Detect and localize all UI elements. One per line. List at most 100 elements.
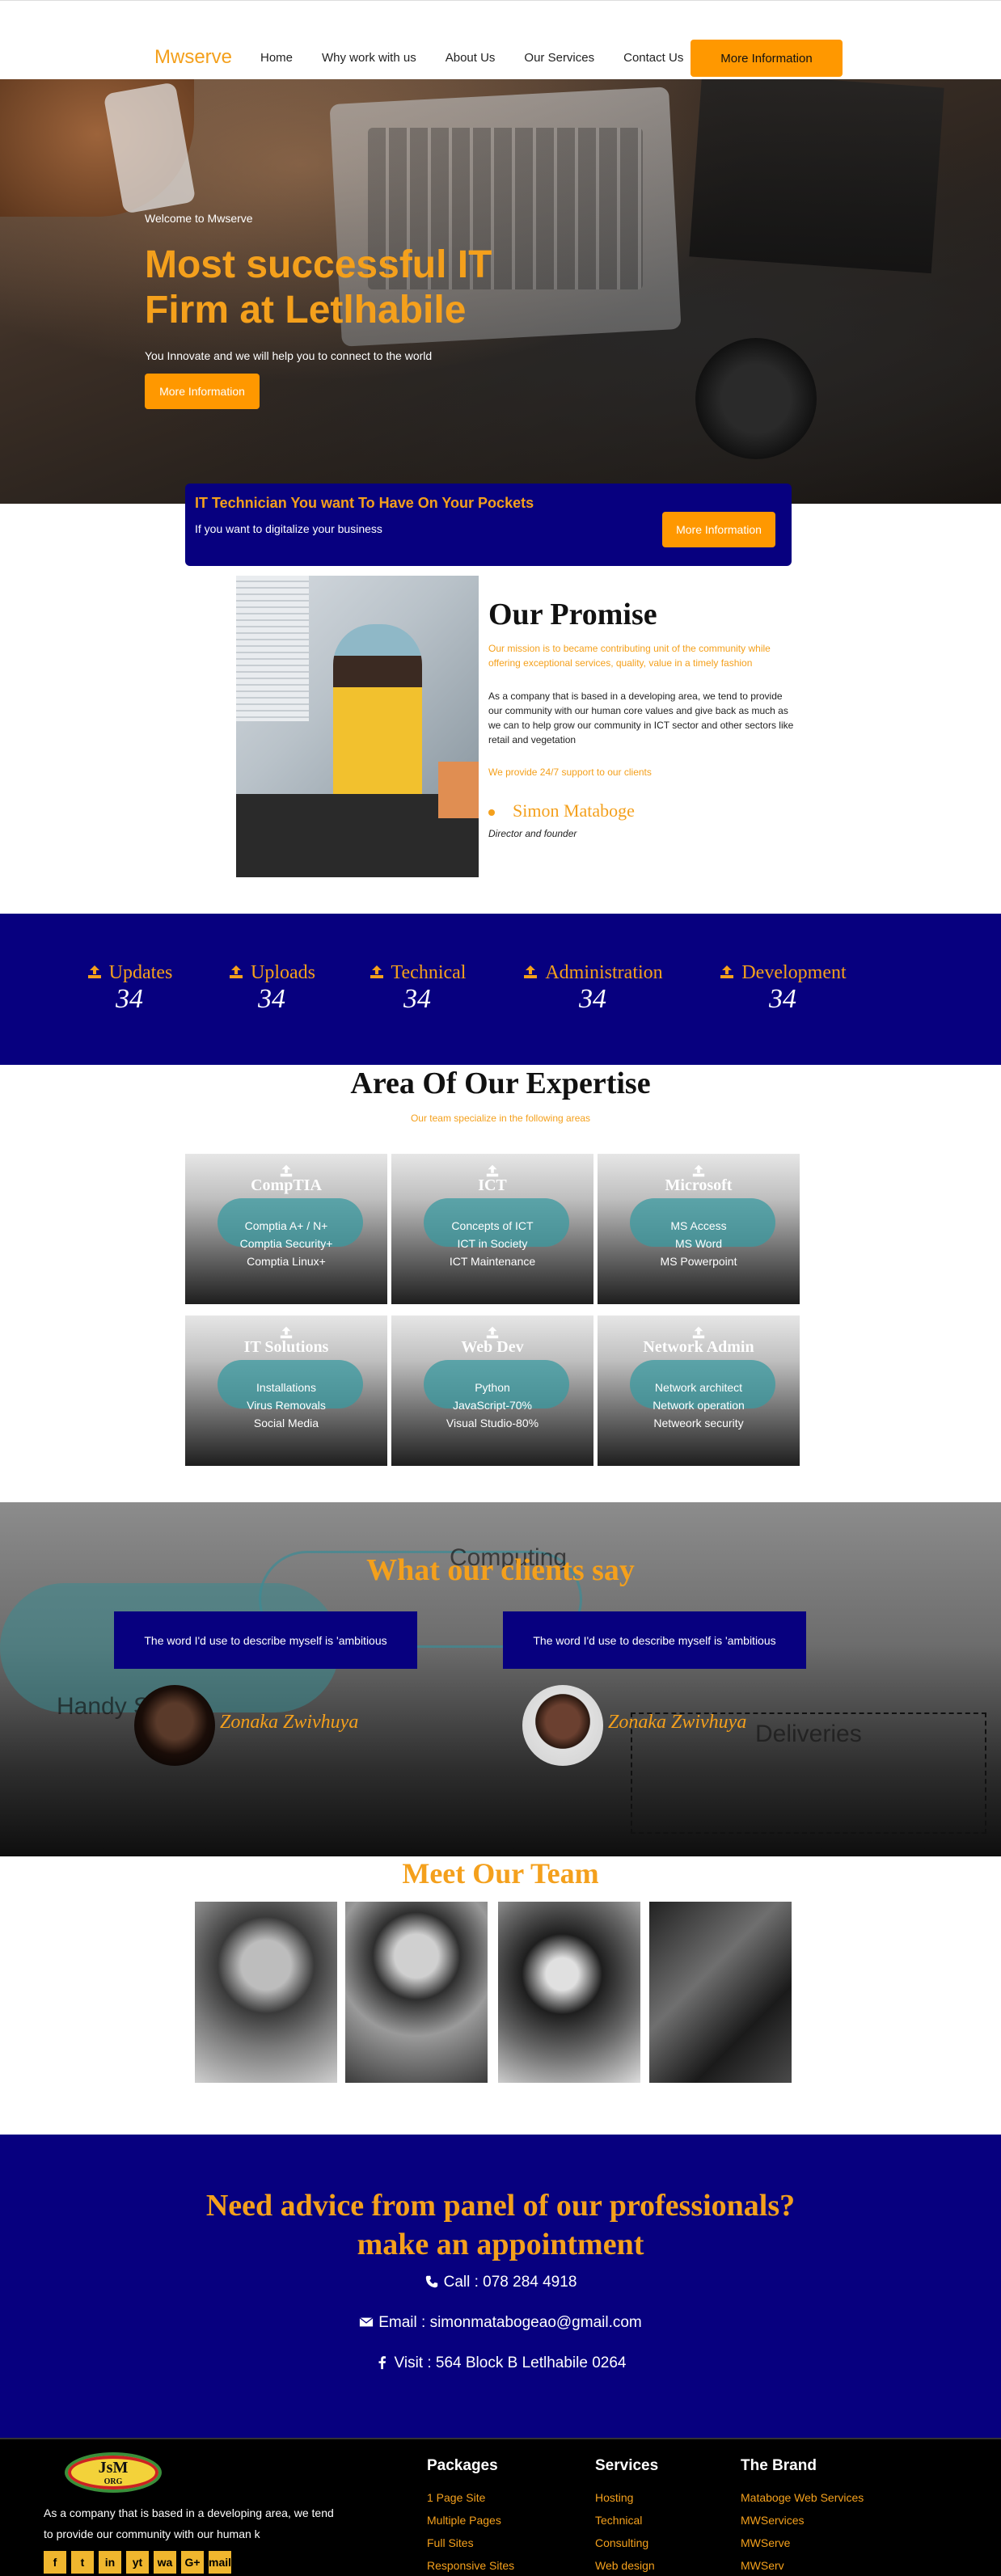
youtube-icon[interactable]: yt (126, 2551, 149, 2574)
footer-heading: Services (595, 2457, 659, 2474)
team-member-photo (649, 1902, 792, 2083)
banner-text: If you want to digitalize your business (195, 522, 382, 535)
upload-icon (720, 965, 734, 978)
linkedin-icon[interactable]: in (99, 2551, 121, 2574)
founder-name-text: Simon Mataboge (513, 800, 635, 821)
footer-column-the-brand: The Brand Mataboge Web Services MWServic… (741, 2457, 864, 2576)
navbar: Mwserve Home Why work with us About Us O… (0, 0, 1001, 79)
nav-about-us[interactable]: About Us (446, 51, 496, 65)
card-items: MS Access MS Word MS Powerpoint (598, 1217, 800, 1270)
visit-text: Visit : 564 Block B Letlhabile 0264 (394, 2354, 627, 2371)
testimonial-quote: The word I'd use to describe myself is '… (114, 1611, 417, 1669)
promise-mission: Our mission is to became contributing un… (488, 643, 771, 669)
card-title: IT Solutions (243, 1338, 329, 1356)
promise-photo (236, 576, 479, 877)
footer-link[interactable]: MWServices (741, 2509, 864, 2532)
promise-support: We provide 24/7 support to our clients (488, 766, 652, 778)
box (438, 762, 479, 818)
footer-link[interactable]: Multiple Pages (427, 2509, 514, 2532)
expertise-card-network-admin[interactable]: Network Admin Network architect Network … (598, 1315, 800, 1466)
footer-link[interactable]: Mataboge Web Services (741, 2486, 864, 2509)
testimonial-name: Zonaka Zwivhuya (220, 1712, 359, 1733)
hero-more-information-button[interactable]: More Information (145, 374, 260, 409)
stat-label: Development (741, 962, 847, 983)
footer-description: As a company that is based in a developi… (44, 2506, 334, 2540)
expertise-card-ict[interactable]: ICT Concepts of ICT ICT in Society ICT M… (391, 1154, 593, 1304)
card-items: Python JavaScript-70% Visual Studio-80% (391, 1379, 593, 1432)
footer-link[interactable]: Web design (595, 2554, 658, 2576)
card-item: MS Access (670, 1219, 727, 1232)
promise-body: As a company that is based in a developi… (488, 690, 794, 745)
expertise-card-web-dev[interactable]: Web Dev Python JavaScript-70% Visual Stu… (391, 1315, 593, 1466)
brand-link[interactable]: Mwserve (154, 46, 232, 69)
footer-link[interactable]: Hosting (595, 2486, 658, 2509)
expertise-card-it-solutions[interactable]: IT Solutions Installations Virus Removal… (185, 1315, 387, 1466)
upload-icon (87, 965, 101, 978)
nav-links: Home Why work with us About Us Our Servi… (260, 51, 712, 65)
footer-heading: Packages (427, 2457, 498, 2474)
banner-more-information-button[interactable]: More Information (662, 512, 775, 547)
whatsapp-icon[interactable]: wa (154, 2551, 176, 2574)
card-items: Installations Virus Removals Social Medi… (185, 1379, 387, 1432)
card-item: Network architect (654, 1381, 743, 1394)
stat-value: 34 (769, 984, 796, 1014)
card-title: Web Dev (461, 1338, 524, 1356)
expertise-subtitle: Our team specialize in the following are… (410, 1113, 591, 1124)
nav-our-services[interactable]: Our Services (524, 51, 594, 65)
nav-why-work-with-us[interactable]: Why work with us (322, 51, 416, 65)
stat-label: Updates (108, 962, 173, 983)
founder-name: Simon Mataboge (488, 800, 635, 821)
testimonials-title: What our clients say (366, 1553, 635, 1587)
nav-more-information-button[interactable]: More Information (691, 40, 843, 77)
email-text: Email : simonmatabogeao@gmail.com (378, 2314, 642, 2331)
card-title: CompTIA (251, 1176, 322, 1194)
hero-welcome: Welcome to Mwserve (145, 212, 253, 225)
card-item: Python (475, 1381, 510, 1394)
call-line[interactable]: Call : 078 284 4918 (0, 2274, 1001, 2291)
footer-column-packages: Packages 1 Page Site Multiple Pages Full… (427, 2457, 514, 2576)
stat-value: 34 (579, 984, 606, 1014)
card-title: ICT (478, 1176, 507, 1194)
bullet-icon (488, 809, 495, 816)
nav-contact-us[interactable]: Contact Us (623, 51, 683, 65)
logo-text: JsM (98, 2459, 129, 2477)
card-item: ICT in Society (457, 1237, 528, 1250)
card-item: Comptia Linux+ (247, 1255, 326, 1268)
testimonials-section: Computing Handy S Deliveries What our cl… (0, 1502, 1001, 1856)
brand-logo[interactable]: JsM ORG (65, 2452, 162, 2493)
stat-value: 34 (258, 984, 285, 1014)
appointment-title: Need advice from panel of our profession… (0, 2186, 1001, 2264)
banner-title: IT Technician You want To Have On Your P… (195, 495, 534, 511)
facebook-icon[interactable]: f (44, 2551, 66, 2574)
card-item: Comptia A+ / N+ (244, 1219, 328, 1232)
envelope-icon[interactable]: mail (209, 2551, 231, 2574)
footer-link[interactable]: Technical (595, 2509, 658, 2532)
promo-banner: IT Technician You want To Have On Your P… (185, 484, 792, 566)
stat-value: 34 (403, 984, 431, 1014)
footer-link[interactable]: Full Sites (427, 2532, 514, 2554)
card-item: Virus Removals (247, 1399, 326, 1412)
team-member-photo (195, 1902, 337, 2083)
promise-title: Our Promise (488, 598, 657, 631)
expertise-card-comptia[interactable]: CompTIA Comptia A+ / N+ Comptia Security… (185, 1154, 387, 1304)
card-items: Comptia A+ / N+ Comptia Security+ Compti… (185, 1217, 387, 1270)
expertise-card-microsoft[interactable]: Microsoft MS Access MS Word MS Powerpoin… (598, 1154, 800, 1304)
facebook-icon (378, 2356, 386, 2370)
avatar (134, 1685, 215, 1766)
card-item: Installations (256, 1381, 316, 1394)
stats-section: Updates 34 Uploads 34 Technical 34 Admin… (0, 914, 1001, 1065)
email-line[interactable]: Email : simonmatabogeao@gmail.com (0, 2314, 1001, 2332)
footer-link[interactable]: Consulting (595, 2532, 658, 2554)
stat-development: Development 34 (715, 962, 851, 1015)
expertise-title: Area Of Our Expertise (350, 1066, 651, 1100)
window-blind (236, 576, 309, 721)
footer-link[interactable]: Responsive Sites (427, 2554, 514, 2576)
google-plus-icon[interactable]: G+ (181, 2551, 204, 2574)
nav-home[interactable]: Home (260, 51, 293, 65)
footer-link[interactable]: MWServe (741, 2532, 864, 2554)
logo-sub: ORG (103, 2477, 123, 2486)
footer-link[interactable]: 1 Page Site (427, 2486, 514, 2509)
twitter-icon[interactable]: t (71, 2551, 94, 2574)
stat-administration: Administration 34 (517, 962, 668, 1015)
footer-link[interactable]: MWServ (741, 2554, 864, 2576)
